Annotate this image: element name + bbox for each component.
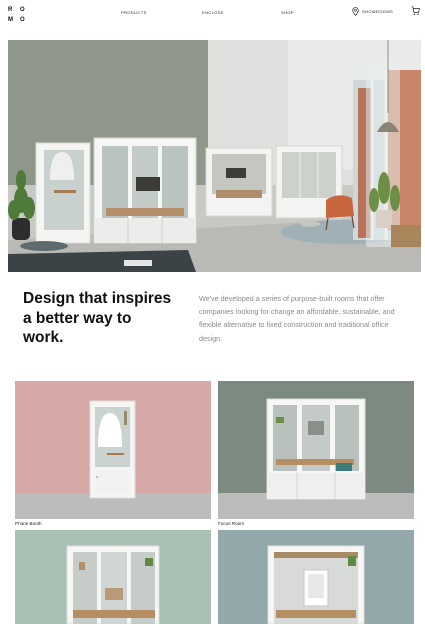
product-card-meeting-room[interactable] [15,530,211,624]
office-interior-illustration [8,40,421,272]
phone-booth-image [15,381,211,519]
nav-enclose-link[interactable]: ENCLOSE [202,10,224,15]
product-name: Phone Booth [15,521,42,526]
product-card-lounge-room[interactable] [218,530,414,624]
intro-paragraph: We've developed a series of purpose-buil… [199,294,395,343]
product-card-phone-booth[interactable]: Phone Booth [15,381,211,526]
lounge-room-illustration [218,530,414,624]
hero-headline: Design that inspires a better way to wor… [23,290,172,346]
phone-booth-illustration [15,381,211,519]
nav-products-link[interactable]: PRODUCTS [121,10,147,15]
nav-shop-link[interactable]: SHOP [281,10,294,15]
product-name: Focus Room [218,521,245,526]
focus-room-illustration [218,381,414,519]
logo-letter: O [20,7,25,13]
product-card-focus-room[interactable]: Focus Room [218,381,414,526]
logo-letter: O [20,17,25,23]
showrooms-link[interactable]: SHOWROOMS [352,7,393,16]
logo-letter: M [8,17,13,23]
location-pin-icon [352,7,359,16]
lounge-room-image [218,530,414,624]
hero-image [8,40,421,272]
showrooms-label: SHOWROOMS [362,9,394,14]
focus-room-image [218,381,414,519]
logo-letter: R [8,7,13,13]
meeting-room-illustration [15,530,211,624]
site-header: R O O M PRODUCTS ENCLOSE SHOP SHOWROOMS [0,0,425,30]
shopping-cart-icon[interactable] [411,6,420,16]
meeting-room-image [15,530,211,624]
